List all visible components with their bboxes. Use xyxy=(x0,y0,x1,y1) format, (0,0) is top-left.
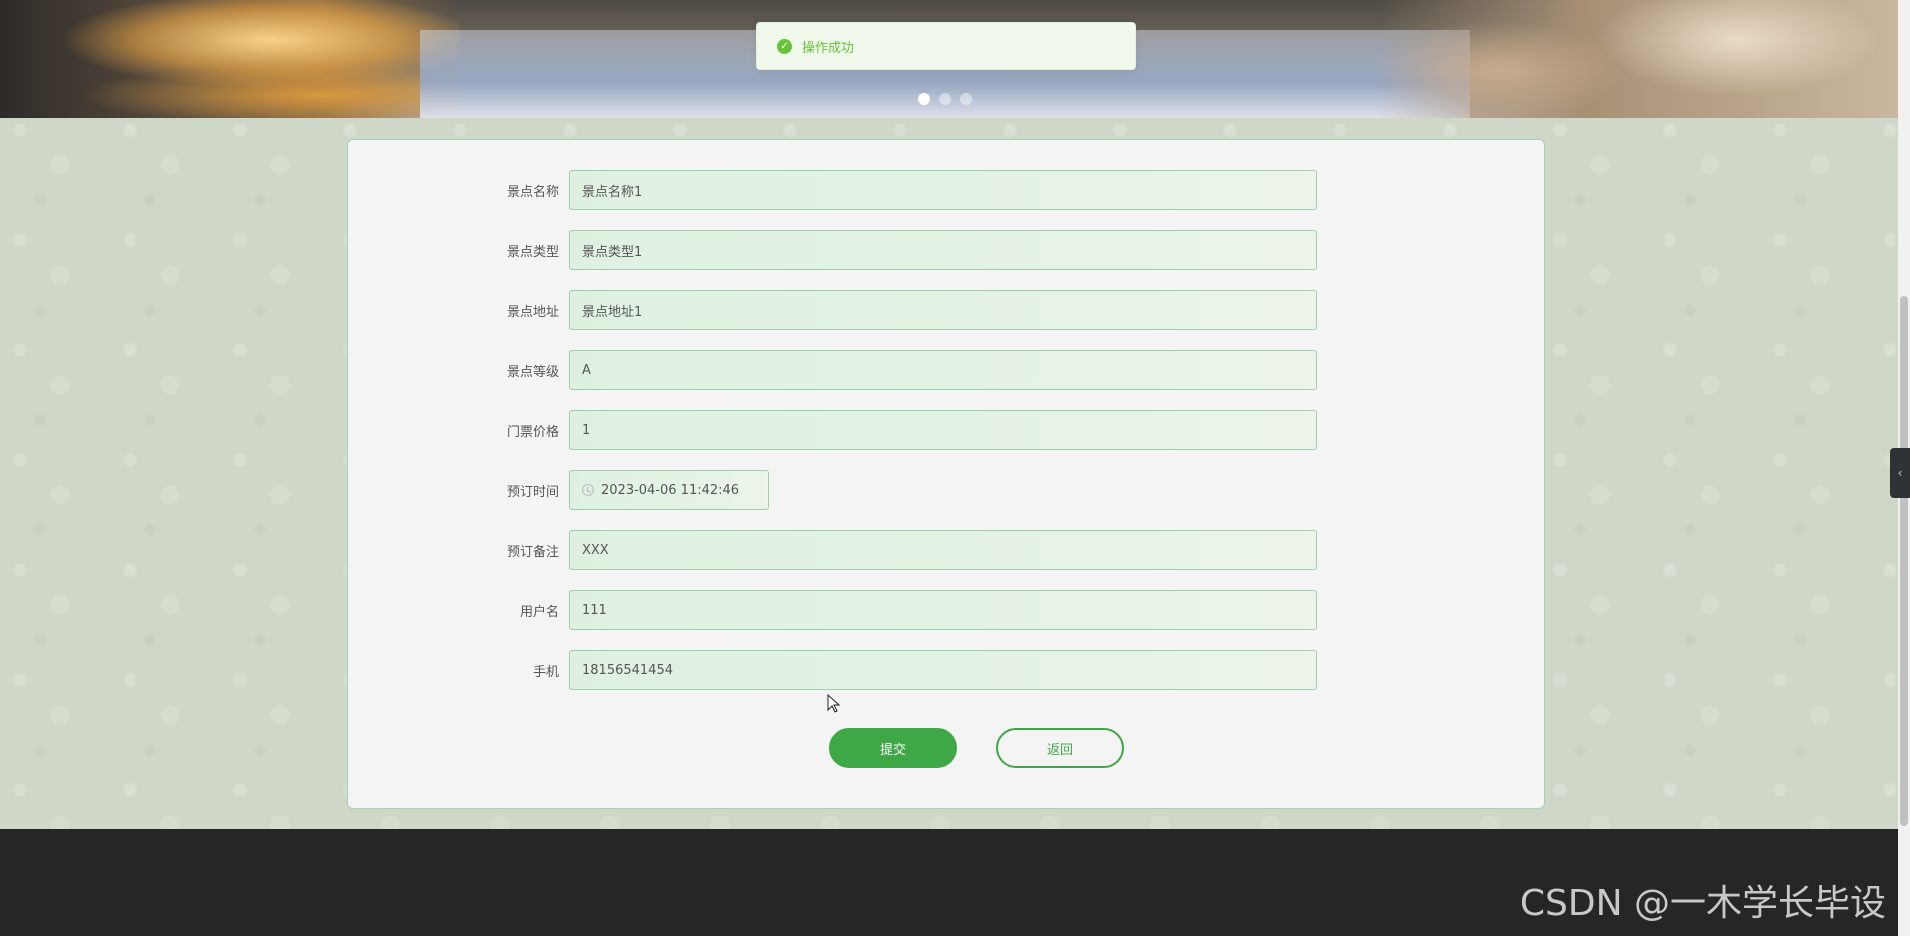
carousel-indicators xyxy=(918,93,972,105)
form-row-scenic-level: 景点等级 A xyxy=(348,350,1546,390)
form-row-phone: 手机 18156541454 xyxy=(348,650,1546,690)
scenic-type-field[interactable]: 景点类型1 xyxy=(569,230,1317,270)
form-row-scenic-address: 景点地址 景点地址1 xyxy=(348,290,1546,330)
field-label: 景点名称 xyxy=(506,184,559,200)
field-label: 手机 xyxy=(532,664,559,680)
form-row-ticket-price: 门票价格 1 xyxy=(348,410,1546,450)
carousel-dot-1[interactable] xyxy=(918,93,930,105)
field-label: 用户名 xyxy=(519,604,559,620)
toast-message: 操作成功 xyxy=(802,40,855,56)
scenic-level-field[interactable]: A xyxy=(569,350,1317,390)
banner-image-right xyxy=(1378,0,1898,118)
field-label: 预订时间 xyxy=(506,484,559,500)
booking-time-picker[interactable]: 2023-04-06 11:42:46 xyxy=(569,470,769,510)
field-label: 景点等级 xyxy=(506,364,559,380)
booking-time-value: 2023-04-06 11:42:46 xyxy=(601,482,740,498)
form-row-booking-note: 预订备注 XXX xyxy=(348,530,1546,570)
submit-button[interactable]: 提交 xyxy=(829,728,957,768)
field-label: 预订备注 xyxy=(506,544,559,560)
clock-icon xyxy=(582,484,594,496)
form-row-booking-time: 预订时间 2023-04-06 11:42:46 xyxy=(348,470,1546,510)
success-toast: ✓ 操作成功 xyxy=(756,22,1136,70)
form-row-scenic-name: 景点名称 景点名称1 xyxy=(348,170,1546,210)
ticket-price-field[interactable]: 1 xyxy=(569,410,1317,450)
carousel-dot-3[interactable] xyxy=(960,93,972,105)
carousel-dot-2[interactable] xyxy=(939,93,951,105)
field-label: 门票价格 xyxy=(506,424,559,440)
scenic-address-field[interactable]: 景点地址1 xyxy=(569,290,1317,330)
watermark-text: CSDN @一木学长毕设 xyxy=(1519,883,1886,924)
field-label: 景点地址 xyxy=(506,304,559,320)
booking-form-card: 景点名称 景点名称1 景点类型 景点类型1 景点地址 景点地址1 景点等级 A … xyxy=(347,139,1545,809)
back-button[interactable]: 返回 xyxy=(996,728,1124,768)
form-row-username: 用户名 111 xyxy=(348,590,1546,630)
check-circle-icon: ✓ xyxy=(777,38,792,54)
phone-field[interactable]: 18156541454 xyxy=(569,650,1317,690)
scenic-name-field[interactable]: 景点名称1 xyxy=(569,170,1317,210)
scrollbar-thumb[interactable] xyxy=(1900,296,1908,826)
form-row-scenic-type: 景点类型 景点类型1 xyxy=(348,230,1546,270)
booking-note-field[interactable]: XXX xyxy=(569,530,1317,570)
page-footer: CSDN @一木学长毕设 xyxy=(0,829,1898,936)
username-field[interactable]: 111 xyxy=(569,590,1317,630)
side-panel-toggle-chevron-left-icon[interactable]: ‹ xyxy=(1890,448,1910,498)
banner-image-left xyxy=(0,0,460,118)
field-label: 景点类型 xyxy=(506,244,559,260)
